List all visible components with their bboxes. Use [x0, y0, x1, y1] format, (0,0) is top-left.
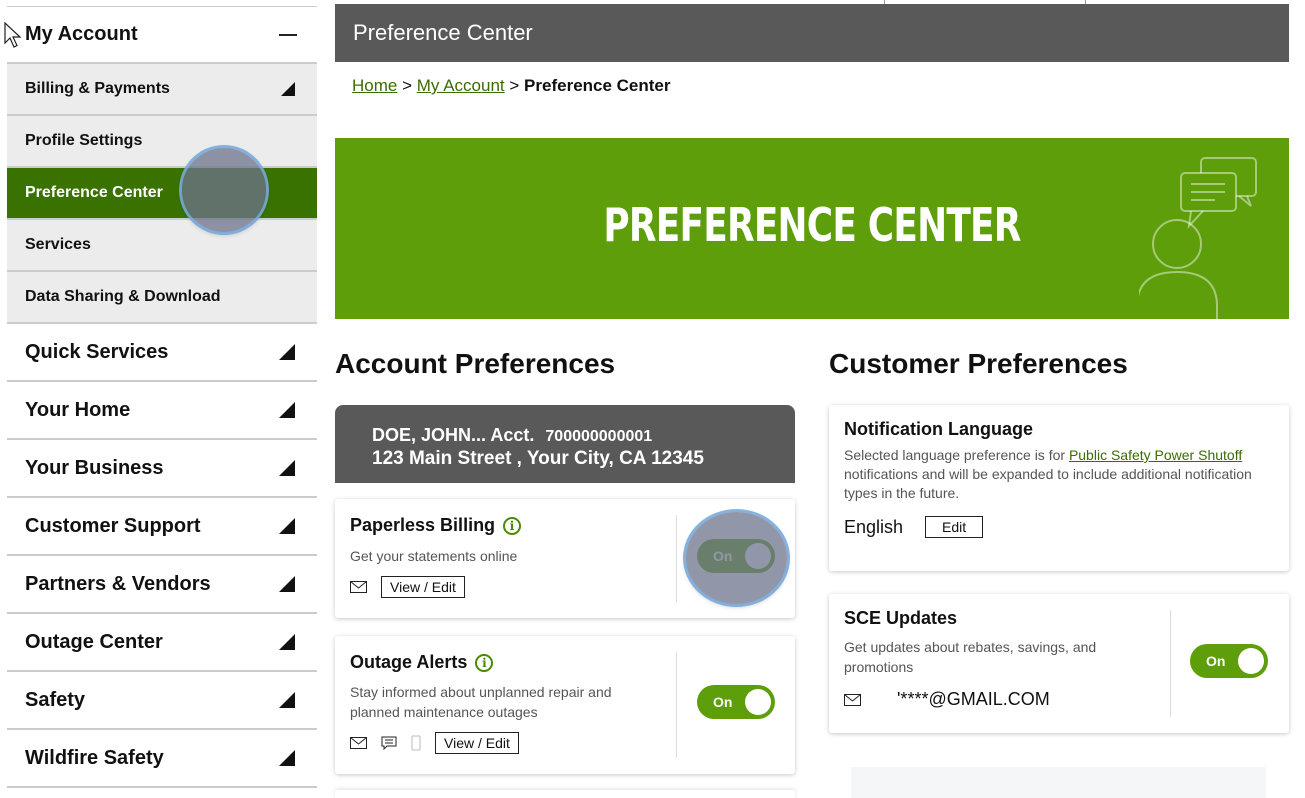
next-card-edge	[851, 767, 1266, 798]
sce-updates-title: SCE Updates	[844, 608, 958, 628]
text-message-icon	[381, 736, 397, 750]
language-edit-button[interactable]: Edit	[925, 516, 984, 538]
sidebar-item-your-home[interactable]: Your Home	[7, 382, 317, 440]
sidebar-item-services[interactable]: Services	[7, 220, 317, 272]
expand-triangle-icon	[279, 460, 295, 476]
sidebar-item-label: Safety	[25, 688, 86, 711]
expand-triangle-icon	[279, 750, 295, 766]
outage-alerts-title: Outage Alerts	[350, 652, 468, 672]
email-icon	[350, 737, 367, 749]
breadcrumb-account-link[interactable]: My Account	[417, 76, 505, 95]
sidebar-item-profile-settings[interactable]: Profile Settings	[7, 116, 317, 168]
sidebar-item-label: Services	[25, 236, 91, 253]
sidebar-item-label: Preference Center	[25, 184, 163, 201]
desc-text: notifications and will be expanded to in…	[844, 466, 1252, 501]
notification-language-title: Notification Language	[844, 419, 1033, 439]
click-indicator	[686, 512, 787, 604]
outage-alerts-toggle[interactable]: On	[697, 685, 775, 719]
toggle-state-label: On	[1206, 653, 1226, 669]
my-account-title: My Account	[25, 23, 138, 45]
banner-title: PREFERENCE CENTER	[603, 198, 1021, 252]
sce-updates-desc: Get updates about rebates, savings, and …	[844, 639, 1097, 675]
sidebar-item-billing[interactable]: Billing & Payments	[7, 64, 317, 116]
sidebar-item-preference-center[interactable]: Preference Center	[7, 168, 317, 220]
sidebar-item-label: Partners & Vendors	[25, 572, 211, 595]
expand-triangle-icon	[279, 634, 295, 650]
sidebar-item-label: Data Sharing & Download	[25, 288, 221, 305]
psps-link[interactable]: Public Safety Power Shutoff	[1069, 447, 1242, 463]
breadcrumb-home-link[interactable]: Home	[352, 76, 397, 95]
toggle-knob	[1238, 648, 1264, 674]
divider	[676, 652, 677, 758]
selected-language: English	[844, 516, 904, 537]
sce-updates-card: SCE Updates Get updates about rebates, s…	[829, 594, 1289, 733]
page-header: Preference Center	[335, 4, 1289, 62]
chat-person-illustration-icon	[1139, 157, 1257, 319]
expand-triangle-icon	[279, 344, 295, 360]
sidebar-item-customer-support[interactable]: Customer Support	[7, 498, 317, 556]
email-icon	[844, 693, 861, 706]
sidebar-item-safety[interactable]: Safety	[7, 672, 317, 730]
sidebar-item-label: Customer Support	[25, 514, 201, 537]
sce-updates-toggle[interactable]: On	[1190, 644, 1268, 678]
account-summary: DOE, JOHN... Acct. 700000000001 123 Main…	[335, 405, 795, 483]
collapse-icon[interactable]	[279, 33, 297, 36]
hero-banner: PREFERENCE CENTER	[335, 138, 1289, 319]
sidebar-item-your-business[interactable]: Your Business	[7, 440, 317, 498]
divider	[676, 515, 677, 602]
breadcrumb-separator: >	[509, 76, 520, 95]
expand-triangle-icon	[281, 82, 295, 96]
sidebar-item-label: Quick Services	[25, 340, 169, 363]
sidebar-item-label: Outage Center	[25, 630, 163, 653]
email-icon	[350, 581, 367, 593]
page-title: Preference Center	[353, 20, 533, 45]
sidebar-nav: My Account Billing & Payments Profile Se…	[7, 6, 317, 788]
sidebar-item-label: Your Home	[25, 398, 131, 421]
notification-language-card: Notification Language Selected language …	[829, 405, 1289, 571]
toggle-state-label: On	[713, 694, 733, 710]
breadcrumb-separator: >	[402, 76, 413, 95]
toggle-knob	[745, 689, 771, 715]
account-preferences-title: Account Preferences	[335, 348, 616, 379]
expand-triangle-icon	[279, 402, 295, 418]
sidebar-item-label: Your Business	[25, 456, 164, 479]
info-icon[interactable]: i	[475, 653, 494, 672]
my-account-header[interactable]: My Account	[7, 6, 317, 64]
account-number: 700000000001	[545, 428, 653, 445]
outage-alerts-desc: Stay informed about unplanned repair and…	[350, 684, 612, 720]
desc-text: Selected language preference is for	[844, 447, 1066, 463]
breadcrumb: Home > My Account > Preference Center	[352, 76, 671, 96]
account-name: DOE, JOHN... Acct.	[372, 425, 535, 445]
info-icon[interactable]: i	[503, 516, 522, 535]
expand-triangle-icon	[279, 576, 295, 592]
paperless-view-edit-button[interactable]: View / Edit	[381, 576, 465, 598]
customer-preferences-title: Customer Preferences	[829, 348, 1128, 379]
sidebar-item-data-sharing[interactable]: Data Sharing & Download	[7, 272, 317, 324]
sidebar-item-wildfire-safety[interactable]: Wildfire Safety	[7, 730, 317, 788]
account-address: 123 Main Street , Your City, CA 12345	[372, 448, 704, 469]
outage-alerts-card: Outage Alerts i Stay informed about unpl…	[335, 636, 795, 774]
sidebar-item-label: Wildfire Safety	[25, 746, 164, 769]
breadcrumb-current: Preference Center	[524, 76, 671, 95]
sidebar-item-outage-center[interactable]: Outage Center	[7, 614, 317, 672]
next-card-edge	[335, 790, 795, 798]
expand-triangle-icon	[279, 518, 295, 534]
outage-view-edit-button[interactable]: View / Edit	[435, 732, 519, 754]
divider	[1170, 610, 1171, 717]
phone-icon	[411, 735, 421, 751]
expand-triangle-icon	[279, 692, 295, 708]
paperless-billing-title: Paperless Billing	[350, 515, 496, 535]
sidebar-item-label: Billing & Payments	[25, 80, 170, 97]
mouse-cursor-icon	[4, 22, 22, 48]
sidebar-item-quick-services[interactable]: Quick Services	[7, 324, 317, 382]
click-indicator	[182, 148, 266, 232]
notification-language-desc: Selected language preference is for Publ…	[844, 446, 1274, 503]
update-email-address: '****@GMAIL.COM	[897, 689, 1050, 709]
sidebar-item-label: Profile Settings	[25, 132, 143, 149]
sidebar-item-partners-vendors[interactable]: Partners & Vendors	[7, 556, 317, 614]
